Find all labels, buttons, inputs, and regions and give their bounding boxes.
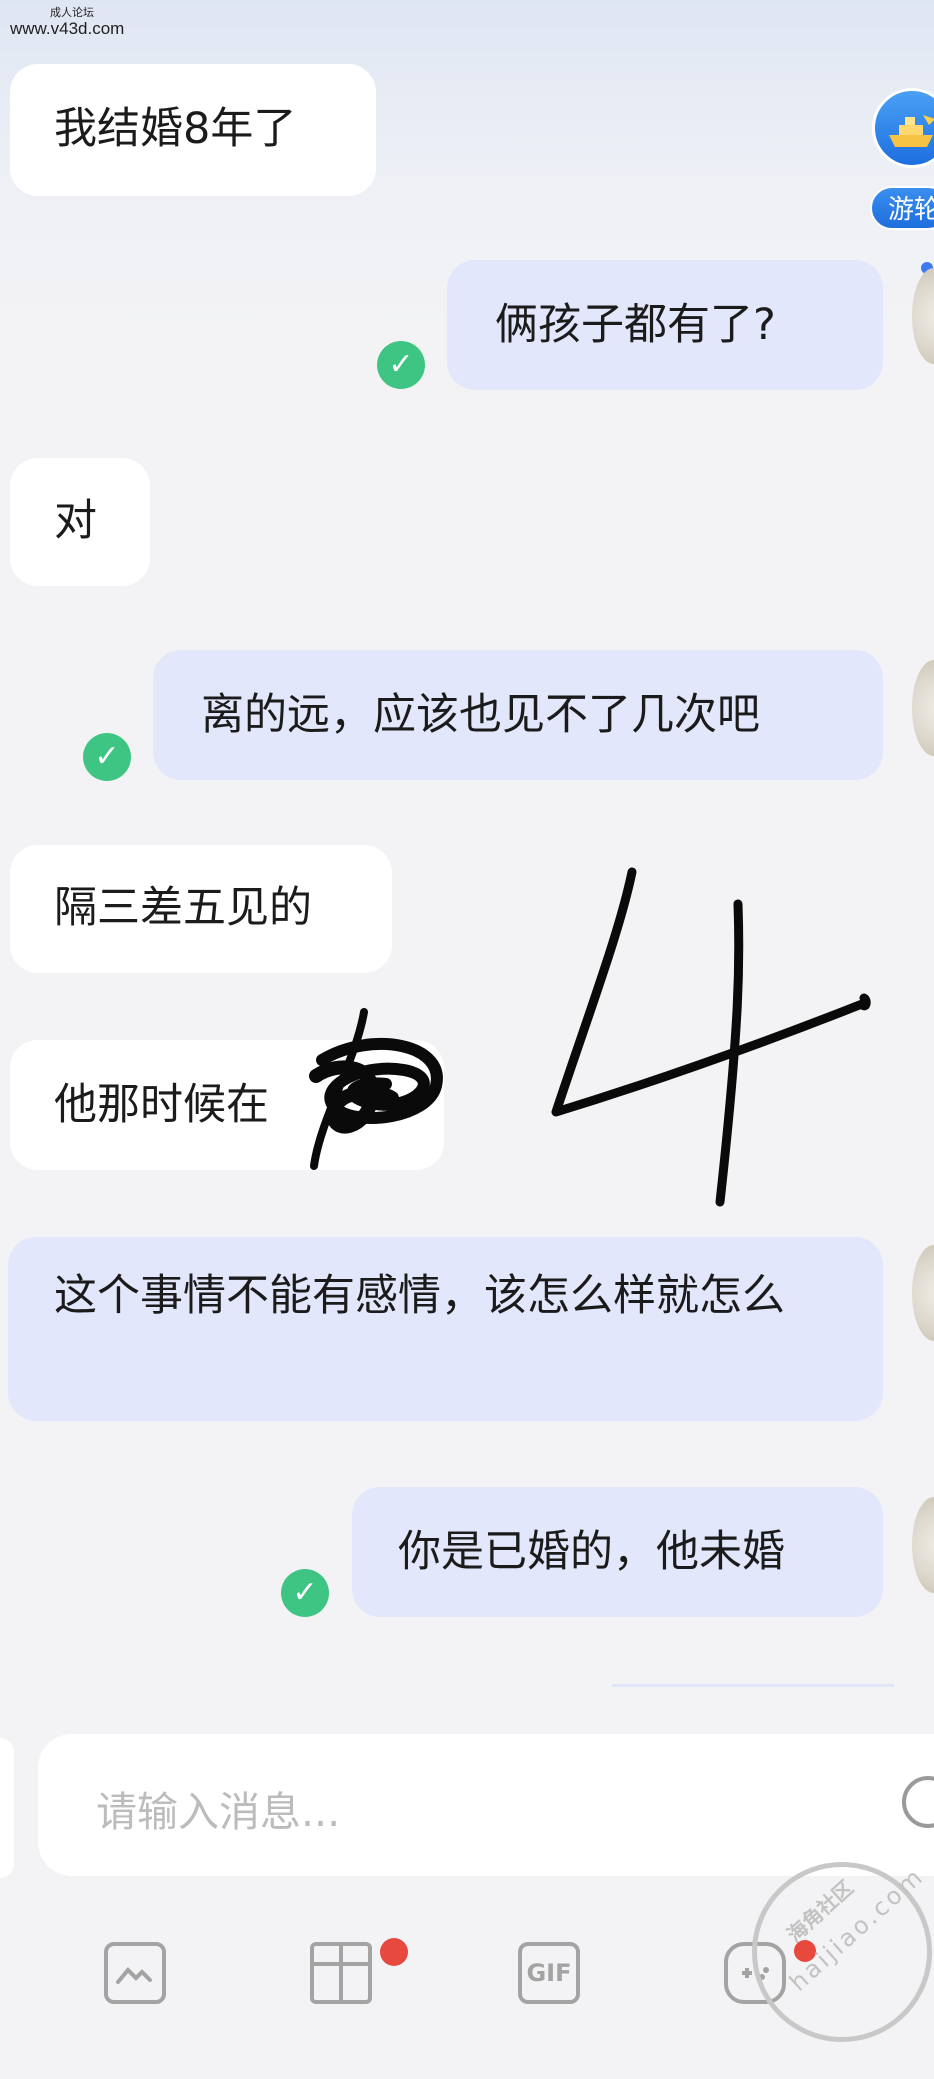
gif-label: GIF xyxy=(526,1959,572,1987)
message-input-placeholder: 请输入消息... xyxy=(96,1788,341,1836)
message-bubble-outgoing[interactable]: 你是已婚的，他未婚 xyxy=(352,1487,883,1617)
message-bubble-outgoing[interactable]: 这个事情不能有感情，该怎么样就怎么 xyxy=(8,1237,883,1421)
message-text: 你是已婚的，他未婚 xyxy=(398,1527,785,1577)
own-avatar[interactable] xyxy=(912,1245,934,1341)
gift-icon[interactable] xyxy=(310,1942,372,2004)
next-message-edge xyxy=(612,1684,894,1687)
gift-badge-dot xyxy=(380,1938,408,1966)
message-text: 这个事情不能有感情，该怎么样就怎么 xyxy=(54,1271,785,1321)
attach-button[interactable] xyxy=(0,1738,14,1878)
image-icon[interactable] xyxy=(104,1942,166,2004)
read-check-icon: ✓ xyxy=(281,1569,329,1617)
message-input[interactable]: 请输入消息... xyxy=(38,1734,934,1876)
own-avatar[interactable] xyxy=(912,1497,934,1593)
gif-button[interactable]: GIF xyxy=(518,1942,580,2004)
handwritten-scribble-overlay xyxy=(309,867,871,1207)
